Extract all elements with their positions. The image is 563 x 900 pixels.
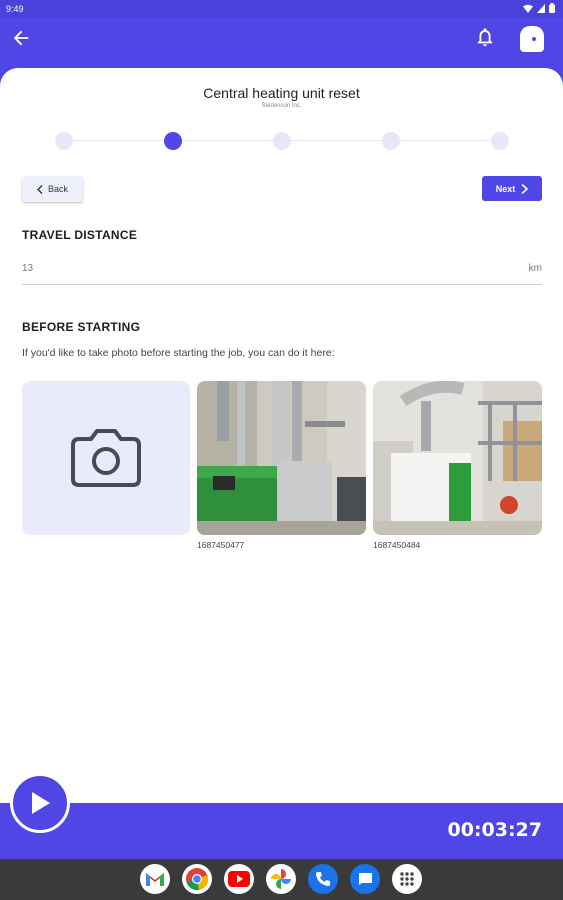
next-button[interactable]: Next <box>482 176 542 201</box>
battery-icon <box>549 3 555 13</box>
photo-boiler-room-2 <box>373 381 542 535</box>
step-dot[interactable] <box>491 132 509 150</box>
chrome-icon[interactable] <box>182 864 212 894</box>
phone-icon[interactable] <box>308 864 338 894</box>
before-starting-description: If you'd like to take photo before start… <box>22 347 335 359</box>
job-title: Central heating unit reset <box>203 85 360 101</box>
wifi-icon <box>523 4 533 13</box>
app-bar <box>0 18 563 72</box>
add-photo-button[interactable] <box>22 381 190 535</box>
photo-thumbnail[interactable] <box>373 381 542 535</box>
system-status-icons <box>523 3 555 13</box>
step-dot[interactable] <box>273 132 291 150</box>
play-icon <box>32 792 50 814</box>
notification-bell-icon[interactable] <box>474 26 496 48</box>
next-button-label: Next <box>495 183 516 194</box>
back-button[interactable]: Back <box>22 176 83 202</box>
chevron-left-icon <box>36 184 43 194</box>
photo-thumbnail[interactable] <box>197 381 366 535</box>
photos-icon[interactable] <box>266 864 296 894</box>
youtube-icon[interactable] <box>224 864 254 894</box>
user-avatar[interactable] <box>520 26 544 52</box>
gmail-icon[interactable] <box>140 864 170 894</box>
step-dot-active[interactable] <box>164 132 182 150</box>
back-button-label: Back <box>47 184 68 194</box>
camera-icon <box>71 429 141 487</box>
travel-distance-value[interactable]: 13 <box>22 263 33 274</box>
messages-icon[interactable] <box>350 864 380 894</box>
play-button[interactable] <box>10 773 70 833</box>
travel-distance-field[interactable]: 13 km <box>22 255 542 285</box>
photo-timestamp: 1687450477 <box>197 540 245 550</box>
chevron-right-icon <box>521 183 529 194</box>
photo-timestamp: 1687450484 <box>373 540 421 550</box>
job-sheet: Central heating unit reset Stedenson Inc… <box>0 68 563 803</box>
status-time: 9:49 <box>6 4 24 14</box>
apps-icon[interactable] <box>392 864 422 894</box>
travel-distance-heading: TRAVEL DISTANCE <box>22 228 138 242</box>
step-dot[interactable] <box>382 132 400 150</box>
elapsed-timer: 00:03:27 <box>447 819 542 841</box>
travel-distance-unit: km <box>528 263 542 274</box>
back-arrow-icon[interactable] <box>10 27 32 49</box>
step-dot[interactable] <box>55 132 73 150</box>
before-starting-heading: BEFORE STARTING <box>22 320 141 334</box>
signal-icon <box>537 3 545 13</box>
company-name: Stedenson Inc. <box>261 103 302 109</box>
photo-boiler-room-1 <box>197 381 366 535</box>
status-bar: 9:49 <box>0 0 563 18</box>
